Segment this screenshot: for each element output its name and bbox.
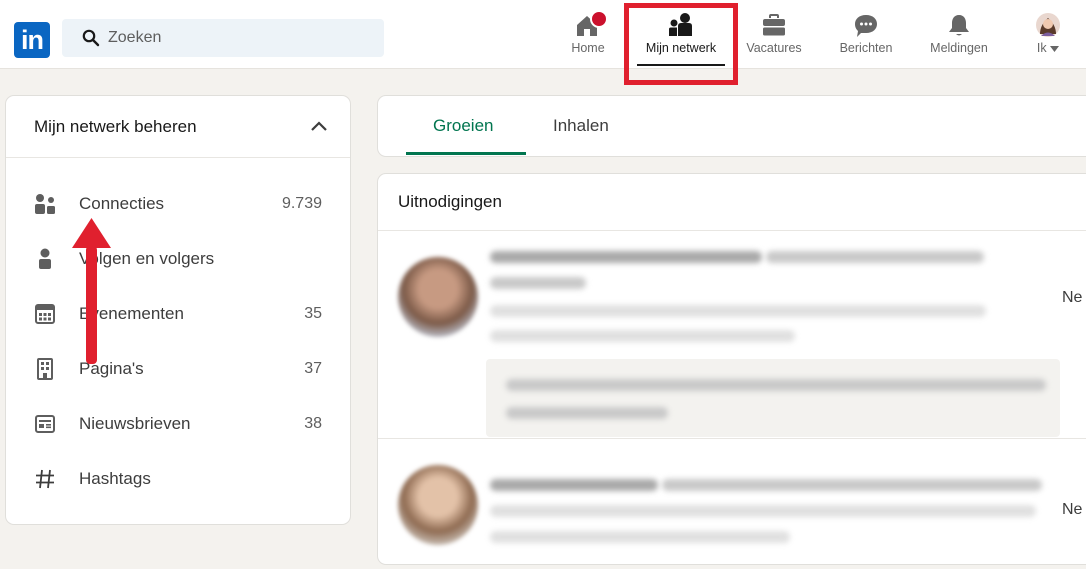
notification-badge — [590, 10, 608, 28]
tab-groeien[interactable]: Groeien — [433, 116, 493, 136]
manage-item-count: 38 — [304, 415, 322, 432]
hashtag-icon — [36, 469, 54, 489]
nav-notifications[interactable]: Meldingen — [924, 12, 994, 68]
nav-messaging[interactable]: Berichten — [834, 12, 898, 68]
nav-me-label-wrap: Ik — [1030, 41, 1066, 55]
person-icon — [39, 248, 51, 269]
nav-jobs-label: Vacatures — [746, 41, 802, 55]
manage-item-events[interactable]: Evenementen 35 — [6, 295, 350, 335]
invitations-title: Uitnodigingen — [398, 192, 502, 211]
highlight-box — [624, 3, 738, 85]
blurred-invitation-text — [490, 479, 658, 491]
nav-jobs[interactable]: Vacatures — [742, 12, 806, 68]
tab-inhalen[interactable]: Inhalen — [553, 116, 609, 136]
nav-me-label: Ik — [1036, 41, 1047, 55]
nav-home-label: Home — [571, 41, 605, 55]
caret-down-icon — [1050, 45, 1060, 52]
manage-item-count: 35 — [304, 305, 322, 322]
blurred-invitation-text — [490, 277, 586, 289]
active-tab-indicator — [406, 152, 526, 155]
linkedin-logo[interactable]: in — [14, 22, 50, 58]
blurred-mutual — [490, 531, 790, 543]
blurred-message-text — [506, 407, 668, 419]
nav-messaging-label: Berichten — [839, 41, 893, 55]
blurred-invitation-text — [766, 251, 984, 263]
manage-item-count: 37 — [304, 360, 322, 377]
blurred-invitation-text — [490, 251, 762, 263]
invitation-avatar[interactable] — [398, 465, 478, 545]
blurred-message-text — [506, 379, 1046, 391]
manage-item-label: Nieuwsbrieven — [79, 414, 191, 433]
network-tabs-card: Groeien Inhalen — [378, 96, 1086, 156]
chevron-up-icon[interactable] — [310, 120, 328, 132]
nav-home[interactable]: Home — [564, 10, 612, 68]
building-icon — [37, 358, 53, 380]
manage-item-connections[interactable]: Connecties 9.739 — [6, 185, 350, 225]
manage-network-card: Mijn netwerk beheren Connecties 9.739 Vo… — [6, 96, 350, 524]
blurred-headline — [490, 305, 986, 317]
manage-item-label: Connecties — [79, 194, 165, 213]
invitations-card: Uitnodigingen Ne Ne — [378, 174, 1086, 564]
search-icon — [82, 29, 100, 47]
manage-item-pages[interactable]: Pagina's 37 — [6, 350, 350, 390]
invitation-action-button[interactable]: Ne — [1062, 501, 1082, 519]
connections-icon — [35, 194, 55, 214]
search-placeholder: Zoeken — [108, 29, 162, 46]
manage-network-header[interactable]: Mijn netwerk beheren — [6, 96, 350, 158]
invitations-header: Uitnodigingen — [378, 174, 1086, 231]
invitation-avatar[interactable] — [398, 257, 478, 337]
blurred-mutual — [490, 330, 795, 342]
manage-item-following[interactable]: Volgen en volgers — [6, 240, 350, 280]
top-navigation-bar: in Zoeken Home Mijn netwerk Vacatures Be… — [0, 0, 1086, 69]
invitation-row[interactable]: Ne — [378, 439, 1086, 569]
manage-item-label: Hashtags — [79, 469, 151, 488]
manage-item-hashtags[interactable]: Hashtags — [6, 460, 350, 500]
newsletter-icon — [35, 415, 55, 433]
blurred-headline — [490, 505, 1036, 517]
invitation-row[interactable]: Ne — [378, 231, 1086, 441]
invitation-action-button[interactable]: Ne — [1062, 289, 1082, 307]
bell-icon — [949, 15, 969, 36]
manage-item-newsletters[interactable]: Nieuwsbrieven 38 — [6, 405, 350, 445]
red-arrow-annotation — [72, 218, 111, 364]
nav-notifications-label: Meldingen — [930, 41, 988, 55]
nav-me[interactable]: Ik — [1030, 12, 1066, 68]
messaging-icon — [855, 15, 877, 37]
avatar — [1036, 13, 1060, 37]
manage-item-count: 9.739 — [281, 195, 322, 212]
invitation-message — [486, 359, 1060, 437]
manage-network-title: Mijn netwerk beheren — [34, 117, 197, 136]
blurred-invitation-text — [662, 479, 1042, 491]
briefcase-icon — [763, 14, 785, 36]
search-input[interactable]: Zoeken — [62, 19, 384, 57]
calendar-icon — [35, 304, 55, 324]
